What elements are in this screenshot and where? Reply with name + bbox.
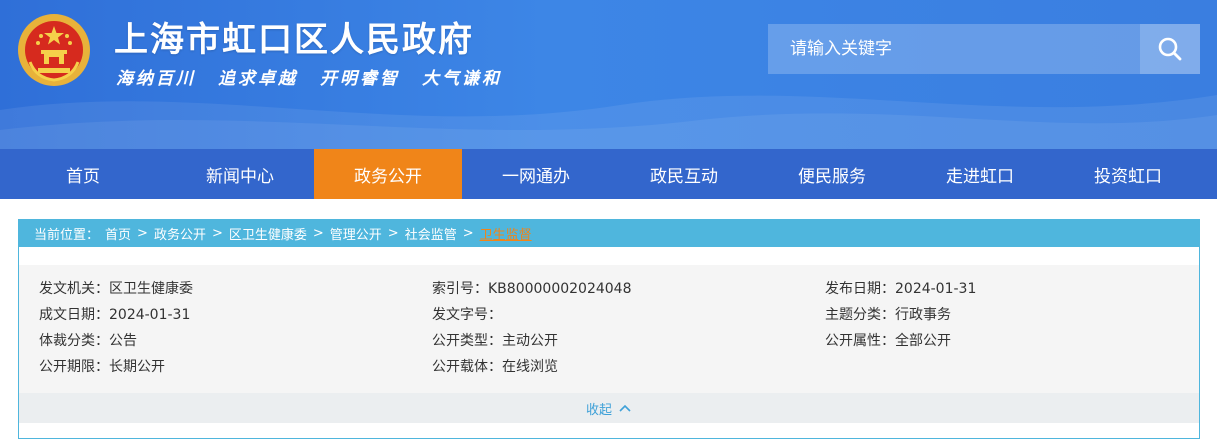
collapse-button[interactable]: 收起 <box>19 393 1199 423</box>
search-icon <box>1158 37 1182 61</box>
breadcrumb-separator: > <box>312 225 324 241</box>
breadcrumb-prefix: 当前位置： <box>34 227 100 243</box>
breadcrumb-item-home[interactable]: 首页 <box>105 224 131 243</box>
breadcrumb: 当前位置： 首页 > 政务公开 > 区卫生健康委 > 管理公开 > 社会监管 >… <box>19 219 1199 247</box>
meta-genre: 体裁分类：公告 <box>39 333 137 349</box>
search-box <box>768 24 1200 74</box>
meta-publish-date: 发布日期：2024-01-31 <box>825 281 977 297</box>
breadcrumb-separator: > <box>211 225 223 241</box>
chevron-up-icon <box>619 404 631 412</box>
nav-item-gov-affairs[interactable]: 政务公开 <box>314 149 462 199</box>
slogan-1: 海纳百川 <box>116 69 196 89</box>
breadcrumb-separator: > <box>387 225 399 241</box>
nav-item-invest-hongkou[interactable]: 投资虹口 <box>1054 149 1202 199</box>
slogan-2: 追求卓越 <box>218 69 298 89</box>
site-title: 上海市虹口区人民政府 <box>114 20 474 60</box>
document-meta: 发文机关：区卫生健康委 索引号：KB80000002024048 发布日期：20… <box>19 265 1199 393</box>
breadcrumb-item-social-supervision[interactable]: 社会监管 <box>405 224 457 243</box>
site-header: 上海市虹口区人民政府 海纳百川 追求卓越 开明睿智 大气谦和 <box>0 0 1217 149</box>
meta-row: 成文日期：2024-01-31 发文字号： 主题分类：行政事务 <box>39 301 1179 327</box>
breadcrumb-item-management[interactable]: 管理公开 <box>330 224 382 243</box>
slogans: 海纳百川 追求卓越 开明睿智 大气谦和 <box>116 64 502 89</box>
breadcrumb-item-gov-affairs[interactable]: 政务公开 <box>154 224 206 243</box>
meta-row: 公开期限：长期公开 公开载体：在线浏览 <box>39 353 1179 379</box>
meta-issuer: 发文机关：区卫生健康委 <box>39 281 193 297</box>
slogan-4: 大气谦和 <box>422 69 502 89</box>
meta-index-number: 索引号：KB80000002024048 <box>432 281 632 297</box>
search-button[interactable] <box>1140 24 1200 74</box>
meta-topic: 主题分类：行政事务 <box>825 307 951 323</box>
meta-disclosure-carrier: 公开载体：在线浏览 <box>432 359 558 375</box>
breadcrumb-item-health-commission[interactable]: 区卫生健康委 <box>229 224 307 243</box>
main-nav: 首页 新闻中心 政务公开 一网通办 政民互动 便民服务 走进虹口 投资虹口 <box>0 149 1217 199</box>
breadcrumb-separator: > <box>137 225 148 241</box>
meta-disclosure-attribute: 公开属性：全部公开 <box>825 333 951 349</box>
meta-disclosure-type: 公开类型：主动公开 <box>432 333 558 349</box>
nav-item-online-service[interactable]: 一网通办 <box>462 149 610 199</box>
collapse-label: 收起 <box>585 402 612 418</box>
nav-item-interaction[interactable]: 政民互动 <box>610 149 758 199</box>
meta-written-date: 成文日期：2024-01-31 <box>39 307 191 323</box>
nav-item-news[interactable]: 新闻中心 <box>166 149 314 199</box>
meta-document-number: 发文字号： <box>432 307 502 323</box>
content-panel: 当前位置： 首页 > 政务公开 > 区卫生健康委 > 管理公开 > 社会监管 >… <box>18 219 1200 439</box>
breadcrumb-separator: > <box>462 225 474 241</box>
search-input[interactable] <box>768 24 1140 74</box>
slogan-3: 开明睿智 <box>320 69 400 89</box>
national-emblem-icon <box>18 14 90 86</box>
meta-disclosure-period: 公开期限：长期公开 <box>39 359 165 375</box>
nav-item-public-service[interactable]: 便民服务 <box>758 149 906 199</box>
breadcrumb-item-current: 卫生监督 <box>479 227 532 243</box>
meta-row: 发文机关：区卫生健康委 索引号：KB80000002024048 发布日期：20… <box>39 275 1179 301</box>
nav-item-about-hongkou[interactable]: 走进虹口 <box>906 149 1054 199</box>
meta-row: 体裁分类：公告 公开类型：主动公开 公开属性：全部公开 <box>39 327 1179 353</box>
nav-item-home[interactable]: 首页 <box>0 149 166 199</box>
